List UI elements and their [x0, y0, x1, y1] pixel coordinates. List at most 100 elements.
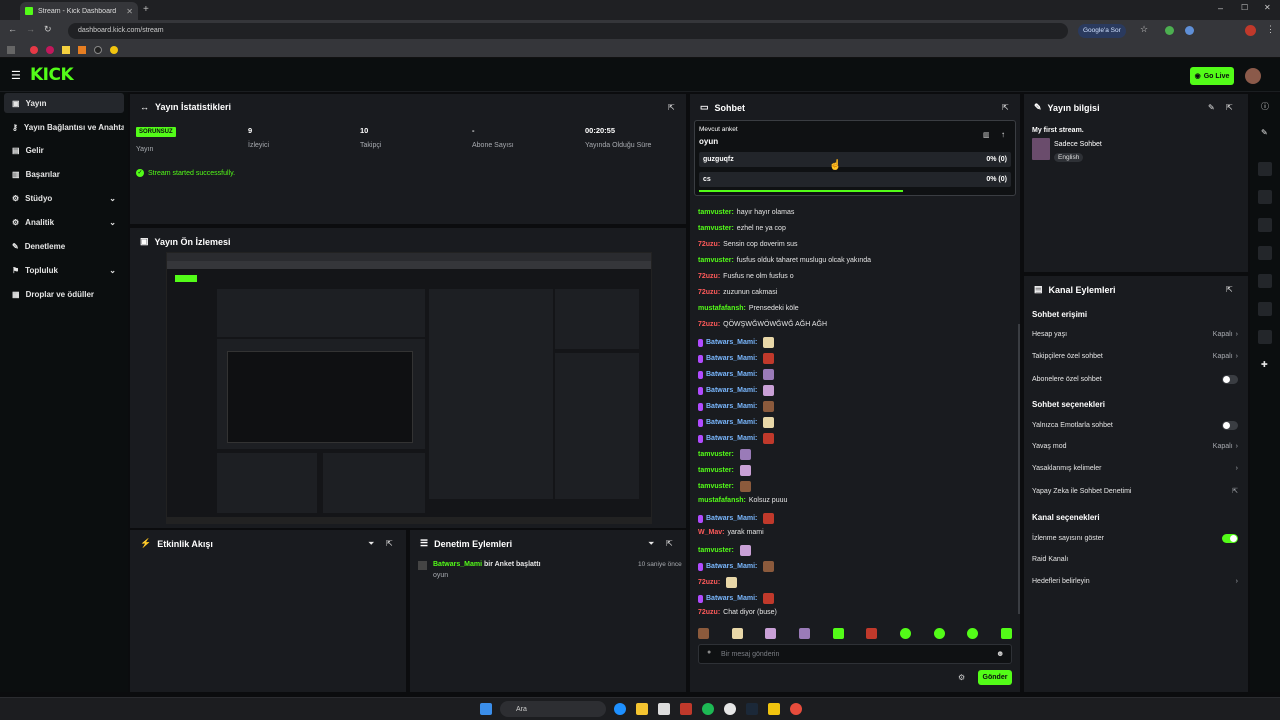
send-button[interactable]: Gönder — [978, 670, 1012, 685]
chat-username[interactable]: Batwars_Mami: — [706, 339, 757, 346]
filter-icon[interactable]: ⏷ — [648, 539, 654, 549]
chat-username[interactable]: tamvuster: — [698, 451, 734, 458]
mod-entry-user[interactable]: Batwars_Mami — [433, 561, 482, 568]
poll-option[interactable]: guzguqfz 0% (0) — [699, 152, 1011, 167]
extension-icon[interactable] — [1185, 26, 1194, 35]
chat-username[interactable]: tamvuster: — [698, 547, 734, 554]
chat-username[interactable]: tamvuster: — [698, 209, 734, 216]
bookmark-icon[interactable] — [46, 46, 54, 54]
subs-only-toggle[interactable] — [1222, 375, 1238, 384]
edge-icon[interactable] — [614, 703, 626, 715]
emote-icon[interactable] — [1000, 628, 1012, 639]
popout-icon[interactable]: ⇱ — [1226, 103, 1233, 112]
bookmark-icon[interactable] — [78, 46, 86, 54]
go-live-button[interactable]: ◉ Go Live — [1190, 67, 1234, 85]
lightning-widget-icon[interactable] — [1258, 190, 1272, 204]
new-tab-icon[interactable]: + — [143, 4, 149, 15]
sidebar-item-basarilar[interactable]: ▥ Başarılar — [4, 164, 124, 184]
trash-icon[interactable]: ▥ — [983, 131, 990, 139]
reload-icon[interactable]: ↻ — [44, 24, 52, 35]
close-tab-icon[interactable]: ✕ — [126, 7, 133, 16]
row-raid-channel[interactable]: Raid Kanalı — [1032, 556, 1238, 563]
edit-pencil-icon[interactable]: ✎ — [1208, 103, 1215, 112]
popout-icon[interactable]: ⇱ — [668, 103, 675, 112]
sidebar-item-stream-key[interactable]: ⚷ Yayın Bağlantısı ve Anahtarı — [4, 117, 124, 137]
hamburger-menu-icon[interactable]: ☰ — [11, 69, 21, 82]
info-icon[interactable]: ⓘ — [1261, 101, 1269, 112]
popout-icon[interactable]: ⇱ — [666, 539, 673, 548]
popout-icon[interactable]: ⇱ — [1226, 285, 1233, 294]
poll-option[interactable]: cs 0% (0) — [699, 172, 1011, 187]
bookmark-icon[interactable] — [62, 46, 70, 54]
emote-icon[interactable] — [967, 628, 979, 639]
avatar[interactable] — [1245, 68, 1261, 84]
taskbar-search[interactable]: Ara — [500, 701, 606, 717]
chat-username[interactable]: mustafafansh: — [698, 305, 746, 312]
chat-username[interactable]: tamvuster: — [698, 257, 734, 264]
bookmark-star-icon[interactable]: ☆ — [1140, 24, 1148, 35]
collapse-icon[interactable]: ↑ — [1001, 130, 1005, 139]
sidebar-item-gelir[interactable]: ▤ Gelir — [4, 140, 124, 160]
sidebar-item-topluluk[interactable]: ⚑ Topluluk ⌄ — [4, 260, 124, 280]
app-icon[interactable] — [680, 703, 692, 715]
file-explorer-icon[interactable] — [636, 703, 648, 715]
spotify-icon[interactable] — [702, 703, 714, 715]
emote-icon[interactable] — [866, 628, 878, 639]
menu-dots-icon[interactable]: ⋮ — [1266, 24, 1275, 35]
chat-username[interactable]: 72uzu: — [698, 289, 720, 296]
maximize-icon[interactable]: ☐ — [1241, 3, 1248, 12]
chat-badge-icon[interactable]: ● — [707, 649, 711, 656]
row-banned-words[interactable]: Yasaklanmış kelimeler › — [1032, 465, 1238, 472]
sidebar-item-denetleme[interactable]: ✎ Denetleme — [4, 236, 124, 256]
store-icon[interactable] — [658, 703, 670, 715]
chat-username[interactable]: tamvuster: — [698, 225, 734, 232]
browser-tab[interactable]: Stream - Kick Dashboard ✕ — [20, 2, 138, 20]
app-icon[interactable] — [790, 703, 802, 715]
chat-username[interactable]: 72uzu: — [698, 609, 720, 616]
sidebar-item-yayin[interactable]: ▣ Yayın — [4, 93, 124, 113]
emote-icon[interactable] — [832, 628, 844, 639]
bookmark-icon[interactable] — [30, 46, 38, 54]
emoji-icon[interactable]: ☻ — [996, 649, 1004, 658]
chat-username[interactable]: Batwars_Mami: — [706, 403, 757, 410]
row-account-age[interactable]: Hesap yaşı Kapalı › — [1032, 331, 1238, 338]
popout-icon[interactable]: ⇱ — [1002, 103, 1009, 112]
stats-widget-icon[interactable] — [1258, 162, 1272, 176]
bookmark-icon[interactable] — [94, 46, 102, 54]
chat-username[interactable]: Batwars_Mami: — [706, 563, 757, 570]
show-viewers-toggle[interactable] — [1222, 534, 1238, 543]
chat-username[interactable]: W_Mav: — [698, 529, 724, 536]
chat-username[interactable]: Batwars_Mami: — [706, 435, 757, 442]
url-field[interactable]: dashboard.kick.com/stream — [68, 23, 1068, 39]
row-ai-moderation[interactable]: Yapay Zeka ile Sohbet Denetimi ⇱ — [1032, 487, 1238, 496]
pencil-icon[interactable]: ✎ — [1261, 128, 1268, 137]
apps-grid-icon[interactable] — [7, 46, 15, 54]
add-widget-icon[interactable]: ✚ — [1261, 360, 1268, 369]
chat-username[interactable]: Batwars_Mami: — [706, 595, 757, 602]
chat-scrollbar[interactable] — [1018, 324, 1020, 614]
chat-username[interactable]: Batwars_Mami: — [706, 371, 757, 378]
close-window-icon[interactable]: ✕ — [1264, 3, 1271, 12]
chat-username[interactable]: Batwars_Mami: — [706, 387, 757, 394]
chat-message-input[interactable]: Bir mesaj gönderin — [698, 644, 1012, 664]
emote-icon[interactable] — [899, 628, 911, 639]
row-slow-mode[interactable]: Yavaş mod Kapalı › — [1032, 443, 1238, 450]
minimize-icon[interactable]: – — [1218, 3, 1223, 13]
steam-icon[interactable] — [746, 703, 758, 715]
chat-username[interactable]: 72uzu: — [698, 321, 720, 328]
chat-widget-icon[interactable] — [1258, 246, 1272, 260]
emote-icon[interactable] — [765, 628, 777, 639]
chat-username[interactable]: 72uzu: — [698, 241, 720, 248]
emote-icon[interactable] — [933, 628, 945, 639]
row-targets[interactable]: Hedefleri belirleyin › — [1032, 578, 1238, 585]
chat-username[interactable]: Batwars_Mami: — [706, 419, 757, 426]
chrome-icon[interactable] — [724, 703, 736, 715]
doc-widget-icon[interactable] — [1258, 302, 1272, 316]
bookmark-icon[interactable] — [110, 46, 118, 54]
emote-icon[interactable] — [731, 628, 743, 639]
chat-username[interactable]: Batwars_Mami: — [706, 355, 757, 362]
arrows-widget-icon[interactable] — [1258, 274, 1272, 288]
emote-icon[interactable] — [798, 628, 810, 639]
chat-username[interactable]: 72uzu: — [698, 579, 720, 586]
emotes-only-toggle[interactable] — [1222, 421, 1238, 430]
